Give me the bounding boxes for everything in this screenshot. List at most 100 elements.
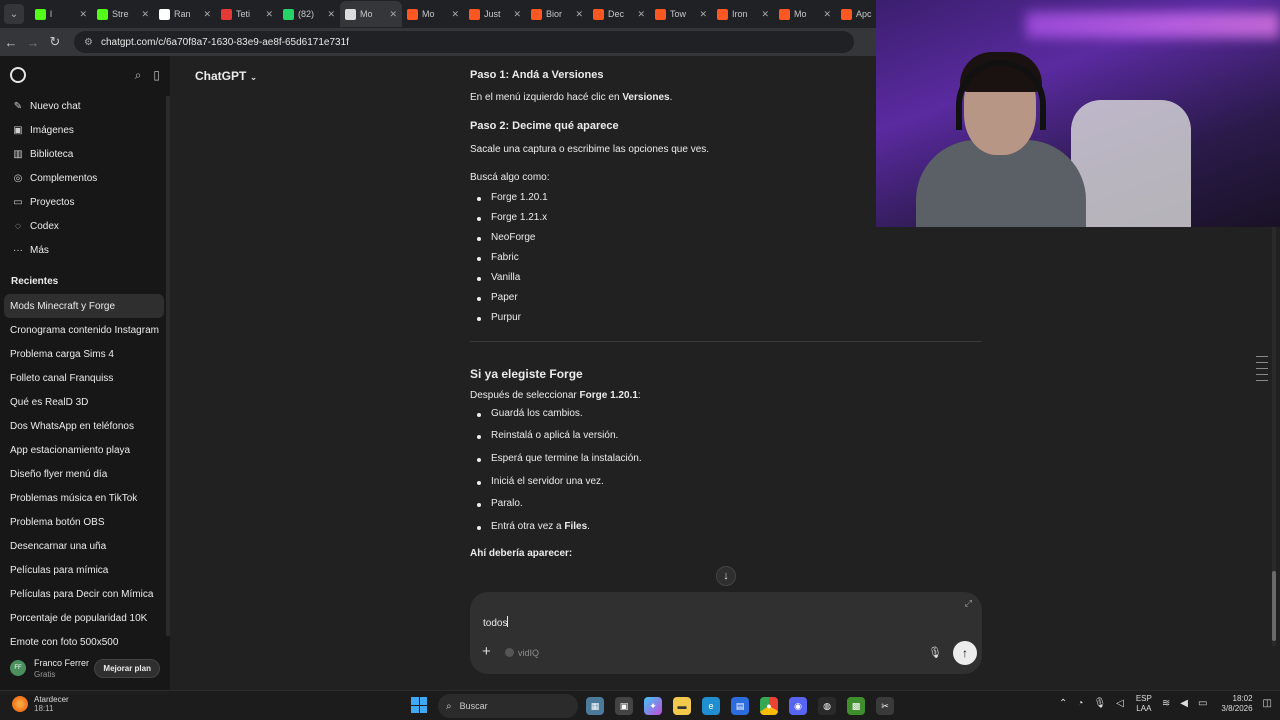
recent-chat-item[interactable]: Desencarnar una uña bbox=[0, 534, 170, 558]
recent-chat-item[interactable]: Problemas música en TikTok bbox=[0, 486, 170, 510]
back-icon[interactable]: ← bbox=[0, 35, 22, 50]
close-icon[interactable]: ✕ bbox=[79, 9, 87, 20]
taskbar-search-label: Buscar bbox=[459, 701, 488, 711]
file-explorer-icon[interactable]: ▬ bbox=[673, 697, 691, 715]
discord-icon[interactable]: ◉ bbox=[789, 697, 807, 715]
recent-chat-item[interactable]: Dos WhatsApp en teléfonos bbox=[0, 414, 170, 438]
upgrade-plan-button[interactable]: Mejorar plan bbox=[94, 658, 160, 678]
browser-tab[interactable]: Mo ✕ bbox=[340, 1, 402, 27]
battery-icon[interactable]: ▭ bbox=[1198, 698, 1207, 709]
sidebar-item[interactable]: ✎ Nuevo chat bbox=[0, 94, 170, 118]
close-icon[interactable]: ✕ bbox=[637, 9, 645, 20]
task-view-icon[interactable]: ▣ bbox=[615, 697, 633, 715]
reload-icon[interactable]: ↻ bbox=[44, 34, 66, 50]
tab-title: (82) bbox=[298, 9, 315, 19]
recent-chat-item[interactable]: App estacionamiento playa bbox=[0, 438, 170, 462]
lang-secondary: LAA bbox=[1136, 703, 1152, 713]
edge-icon[interactable]: e bbox=[702, 697, 720, 715]
sidebar-item[interactable]: ▭ Proyectos bbox=[0, 190, 170, 214]
close-icon[interactable]: ✕ bbox=[389, 9, 397, 20]
clock[interactable]: 18:02 3/8/2026 bbox=[1221, 694, 1252, 713]
address-bar[interactable]: ⚙ chatgpt.com/c/6a70f8a7-1630-83e9-ae8f-… bbox=[74, 31, 854, 53]
browser-tab[interactable]: Mo ✕ bbox=[774, 1, 836, 27]
minecraft-icon[interactable]: ▩ bbox=[847, 697, 865, 715]
browser-tab[interactable]: Ran ✕ bbox=[154, 1, 216, 27]
recent-chat-item[interactable]: Cronograma contenido Instagram bbox=[0, 318, 170, 342]
tab-search-icon[interactable]: ⌄ bbox=[4, 4, 24, 24]
prompt-input[interactable]: todos bbox=[483, 616, 509, 629]
sidebar-item[interactable]: ◎ Complementos bbox=[0, 166, 170, 190]
windows-start-icon[interactable] bbox=[411, 697, 427, 713]
recent-chat-item[interactable]: Películas para mímica bbox=[0, 558, 170, 582]
widgets-icon[interactable]: ▦ bbox=[586, 697, 604, 715]
recent-chat-item[interactable]: Porcentaje de popularidad 10K bbox=[0, 606, 170, 630]
notification-bell-icon[interactable]: ◫ bbox=[1263, 698, 1272, 709]
speaker-icon[interactable]: ◀ bbox=[1180, 698, 1188, 709]
recent-chat-item[interactable]: Mods Minecraft y Forge bbox=[4, 294, 164, 318]
scroll-down-button[interactable]: ↓ bbox=[716, 566, 736, 586]
user-menu[interactable]: FF Franco Ferrer Gratis Mejorar plan bbox=[0, 646, 170, 690]
obs-icon[interactable]: ◍ bbox=[818, 697, 836, 715]
browser-tab[interactable]: Bior ✕ bbox=[526, 1, 588, 27]
browser-tab[interactable]: Just ✕ bbox=[464, 1, 526, 27]
chrome-icon[interactable]: ● bbox=[760, 697, 778, 715]
close-icon[interactable]: ✕ bbox=[265, 9, 273, 20]
openai-logo-icon[interactable] bbox=[10, 67, 26, 83]
browser-tab[interactable]: Teti ✕ bbox=[216, 1, 278, 27]
recent-chat-item[interactable]: Folleto canal Franquiss bbox=[0, 366, 170, 390]
recent-chat-item[interactable]: Diseño flyer menú día bbox=[0, 462, 170, 486]
sidebar-item[interactable]: ◌ Codex bbox=[0, 214, 170, 238]
tab-title: Ran bbox=[174, 9, 191, 19]
search-icon[interactable]: ⌕ bbox=[135, 68, 142, 83]
browser-tab[interactable]: Tow ✕ bbox=[650, 1, 712, 27]
model-selector[interactable]: ChatGPT ⌄ bbox=[195, 69, 257, 83]
site-info-icon[interactable]: ⚙ bbox=[84, 37, 93, 48]
network-icon[interactable]: ◔ bbox=[1077, 698, 1083, 709]
close-icon[interactable]: ✕ bbox=[327, 9, 335, 20]
browser-tab[interactable]: l ✕ bbox=[30, 1, 92, 27]
sidebar-toggle-icon[interactable]: ▯ bbox=[153, 68, 160, 82]
close-icon[interactable]: ✕ bbox=[141, 9, 149, 20]
browser-tab[interactable]: Dec ✕ bbox=[588, 1, 650, 27]
send-button[interactable]: ↑ bbox=[953, 641, 977, 665]
forge-intro-c: : bbox=[637, 389, 641, 401]
snipping-tool-icon[interactable]: ✂ bbox=[876, 697, 894, 715]
add-attachment-button[interactable]: + bbox=[482, 643, 491, 660]
close-icon[interactable]: ✕ bbox=[699, 9, 707, 20]
close-icon[interactable]: ✕ bbox=[575, 9, 583, 20]
recent-chat-item[interactable]: Problema carga Sims 4 bbox=[0, 342, 170, 366]
chevron-up-icon[interactable]: ⌃ bbox=[1059, 698, 1067, 709]
recent-chat-item[interactable]: Qué es RealD 3D bbox=[0, 390, 170, 414]
microphone-icon[interactable]: 🎙 bbox=[928, 646, 942, 659]
volume-icon[interactable]: ◁ bbox=[1116, 698, 1124, 709]
browser-tab[interactable]: Iron ✕ bbox=[712, 1, 774, 27]
expand-icon[interactable]: ⤢ bbox=[965, 598, 972, 609]
sidebar-item[interactable]: ··· Más bbox=[0, 238, 170, 262]
store-icon[interactable]: ▤ bbox=[731, 697, 749, 715]
language-indicator[interactable]: ESP LAA bbox=[1136, 694, 1152, 713]
close-icon[interactable]: ✕ bbox=[203, 9, 211, 20]
mic-icon[interactable]: 🎙 bbox=[1093, 698, 1106, 709]
tab-title: Mo bbox=[422, 9, 435, 19]
browser-tab[interactable]: Stre ✕ bbox=[92, 1, 154, 27]
close-icon[interactable]: ✕ bbox=[823, 9, 831, 20]
recent-chat-item[interactable]: Problema botón OBS bbox=[0, 510, 170, 534]
wifi-icon[interactable]: ≋ bbox=[1162, 698, 1170, 709]
extension-chip[interactable]: vidIQ bbox=[505, 648, 539, 658]
forward-icon[interactable]: → bbox=[22, 35, 44, 50]
list-item: Purpur bbox=[470, 311, 982, 331]
weather-widget[interactable]: Atardecer 18:11 bbox=[12, 695, 69, 713]
close-icon[interactable]: ✕ bbox=[451, 9, 459, 20]
browser-tab[interactable]: (82) ✕ bbox=[278, 1, 340, 27]
recent-chat-item[interactable]: Películas para Decir con Mímica bbox=[0, 582, 170, 606]
browser-tab[interactable]: Mo ✕ bbox=[402, 1, 464, 27]
copilot-icon[interactable]: ✦ bbox=[644, 697, 662, 715]
sidebar-item[interactable]: ▥ Biblioteca bbox=[0, 142, 170, 166]
close-icon[interactable]: ✕ bbox=[513, 9, 521, 20]
close-icon[interactable]: ✕ bbox=[761, 9, 769, 20]
conversation-minimap[interactable] bbox=[1256, 356, 1268, 386]
taskbar-search[interactable]: ⌕ Buscar bbox=[438, 694, 578, 718]
sidebar-item-label: Imágenes bbox=[30, 124, 74, 136]
sidebar-item[interactable]: ▣ Imágenes bbox=[0, 118, 170, 142]
scrollbar-thumb[interactable] bbox=[1272, 571, 1276, 641]
